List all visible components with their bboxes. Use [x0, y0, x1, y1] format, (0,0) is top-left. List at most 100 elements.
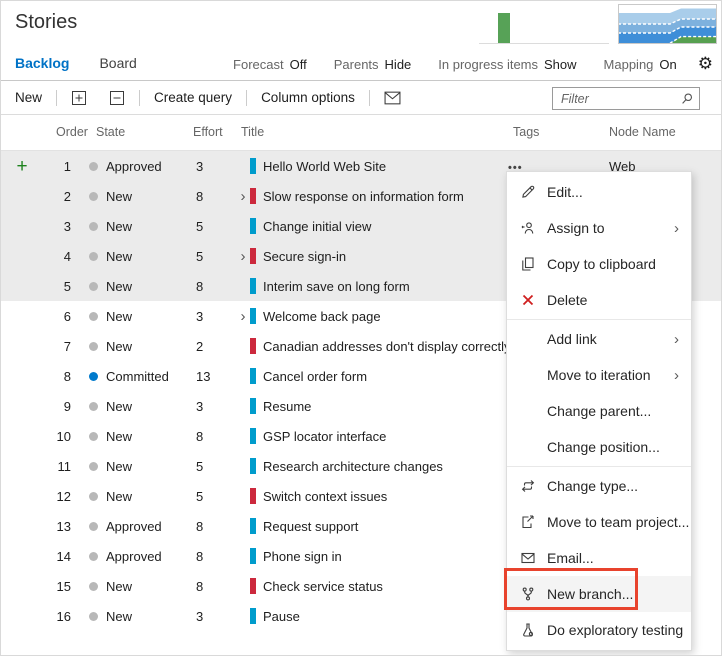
- state-dot-icon: [89, 581, 98, 591]
- menu-item-label: Assign to: [547, 220, 605, 236]
- title-cell: › Resume: [236, 398, 506, 414]
- column-header-title[interactable]: Title: [241, 125, 264, 139]
- title-cell: › GSP locator interface: [236, 428, 506, 444]
- collapse-all-icon[interactable]: [109, 90, 125, 106]
- state-dot-icon: [89, 341, 98, 351]
- effort-cell: 8: [196, 428, 204, 444]
- column-header-node-name[interactable]: Node Name: [609, 125, 676, 139]
- state-dot-icon: [89, 551, 98, 561]
- menu-item-add-link[interactable]: Add link ›: [507, 321, 691, 357]
- state-cell: New: [89, 249, 189, 264]
- effort-cell: 5: [196, 218, 204, 234]
- chevron-right-icon: ›: [674, 366, 679, 384]
- title-text: Canadian addresses don't display correct…: [263, 338, 506, 354]
- state-dot-icon: [89, 461, 98, 471]
- menu-item-label: Move to iteration: [547, 367, 651, 383]
- search-icon: [680, 92, 694, 106]
- work-item-type-bar: [250, 248, 256, 264]
- expand-chevron-icon[interactable]: ›: [236, 309, 250, 324]
- state-label: New: [106, 308, 133, 324]
- toolbar-separator: [368, 89, 370, 106]
- menu-item-change-parent[interactable]: Change parent...: [507, 393, 691, 429]
- state-label: New: [106, 188, 133, 204]
- order-cell: 6: [63, 308, 71, 324]
- state-cell: New: [89, 399, 189, 414]
- menu-item-delete[interactable]: Delete: [507, 282, 691, 318]
- state-cell: New: [89, 609, 189, 624]
- state-dot-icon: [89, 311, 98, 321]
- expand-chevron-icon[interactable]: ›: [236, 249, 250, 264]
- state-dot-icon: [89, 401, 98, 411]
- state-label: Approved: [106, 158, 162, 174]
- state-cell: Approved: [89, 159, 189, 174]
- order-cell: 3: [63, 218, 71, 234]
- create-query-button[interactable]: Create query: [154, 90, 232, 105]
- menu-item-label: Edit...: [547, 184, 583, 200]
- in-progress-items-toggle[interactable]: In progress items Show: [438, 57, 576, 72]
- order-cell: 4: [63, 248, 71, 264]
- column-options-button[interactable]: Column options: [261, 90, 355, 105]
- menu-item-edit[interactable]: Edit...: [507, 174, 691, 210]
- settings-gear-icon[interactable]: ⚙: [698, 56, 713, 73]
- menu-item-label: Add link: [547, 331, 597, 347]
- menu-item-move-to-team-project[interactable]: Move to team project...: [507, 504, 691, 540]
- title-cell: › Secure sign-in: [236, 248, 506, 264]
- velocity-chart-thumbnail[interactable]: [479, 5, 609, 44]
- menu-item-email[interactable]: Email...: [507, 540, 691, 576]
- new-button[interactable]: New: [15, 90, 42, 105]
- title-text: Check service status: [263, 578, 383, 594]
- effort-cell: 8: [196, 548, 204, 564]
- menu-item-change-position[interactable]: Change position...: [507, 429, 691, 465]
- email-icon[interactable]: [384, 91, 401, 105]
- menu-item-assign-to[interactable]: Assign to ›: [507, 210, 691, 246]
- menu-item-change-type[interactable]: Change type...: [507, 468, 691, 504]
- effort-cell: 3: [196, 158, 204, 174]
- column-header-effort[interactable]: Effort: [193, 125, 223, 139]
- title-cell: › Pause: [236, 608, 506, 624]
- title-cell: › Research architecture changes: [236, 458, 506, 474]
- effort-cell: 2: [196, 338, 204, 354]
- expand-chevron-icon[interactable]: ›: [236, 189, 250, 204]
- state-label: Approved: [106, 518, 162, 534]
- icon-placeholder: [520, 331, 537, 347]
- work-item-type-bar: [250, 578, 256, 594]
- state-label: New: [106, 218, 133, 234]
- state-cell: New: [89, 279, 189, 294]
- expand-all-icon[interactable]: [71, 90, 87, 106]
- column-header-tags[interactable]: Tags: [513, 125, 539, 139]
- menu-item-copy-to-clipboard[interactable]: Copy to clipboard: [507, 246, 691, 282]
- order-cell: 12: [56, 488, 71, 504]
- tab-backlog[interactable]: Backlog: [15, 55, 69, 71]
- branch-icon: [520, 586, 537, 602]
- state-dot-icon: [89, 221, 98, 231]
- column-header-order[interactable]: Order: [56, 125, 88, 139]
- mapping-toggle[interactable]: Mapping On: [604, 57, 677, 72]
- menu-item-new-branch[interactable]: New branch...: [507, 576, 691, 612]
- tab-board[interactable]: Board: [99, 55, 136, 71]
- title-text: Hello World Web Site: [263, 158, 387, 174]
- menu-item-label: Email...: [547, 550, 594, 566]
- view-controls: Forecast Off Parents Hide In progress item…: [233, 56, 713, 73]
- state-cell: New: [89, 339, 189, 354]
- effort-cell: 3: [196, 398, 204, 414]
- cumulative-flow-icon: [618, 4, 717, 44]
- menu-separator: [507, 319, 691, 320]
- filter-input[interactable]: [553, 91, 680, 106]
- forecast-toggle[interactable]: Forecast Off: [233, 57, 307, 72]
- title-text: Switch context issues: [263, 488, 388, 504]
- parents-toggle[interactable]: Parents Hide: [334, 57, 412, 72]
- work-item-type-bar: [250, 338, 256, 354]
- title-cell: › Cancel order form: [236, 368, 506, 384]
- work-item-type-bar: [250, 608, 256, 624]
- work-item-type-bar: [250, 428, 256, 444]
- filter-box: [552, 87, 700, 110]
- cumulative-flow-chart-thumbnail[interactable]: [618, 4, 717, 44]
- title-cell: › Check service status: [236, 578, 506, 594]
- column-header-state[interactable]: State: [96, 125, 125, 139]
- menu-item-move-to-iteration[interactable]: Move to iteration ›: [507, 357, 691, 393]
- state-dot-icon: [89, 491, 98, 501]
- menu-item-do-exploratory-testing[interactable]: Do exploratory testing: [507, 612, 691, 648]
- state-dot-icon: [89, 611, 98, 621]
- order-cell: 2: [63, 188, 71, 204]
- add-item-button[interactable]: +: [16, 156, 27, 177]
